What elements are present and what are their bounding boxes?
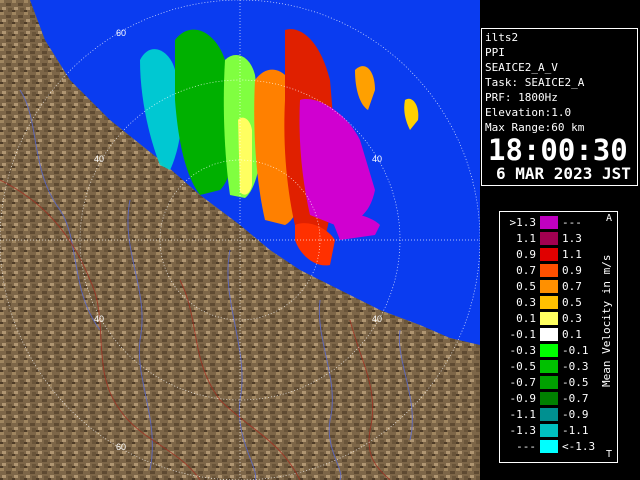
legend-color-swatch (540, 424, 558, 437)
legend-upper-value: -0.5 (562, 376, 589, 389)
legend-color-swatch (540, 376, 558, 389)
legend-upper-value: 0.1 (562, 328, 582, 341)
ring-label-e40: 40 (372, 154, 382, 164)
radar-ppi-map: 60 40 40 40 40 60 (0, 0, 480, 480)
legend-lower-value: --- (516, 440, 536, 453)
legend-lower-value: -0.1 (509, 328, 537, 341)
legend-row: 0.1 0.3 (500, 311, 600, 326)
ring-label-s60: 60 (116, 442, 126, 452)
legend-lower-value: 1.1 (516, 232, 536, 245)
scan-date: 6 MAR 2023 JST (496, 164, 631, 183)
prf-value: PRF: 1800Hz (485, 91, 558, 104)
legend-color-swatch (540, 360, 558, 373)
legend-upper-value: <-1.3 (562, 440, 596, 453)
legend-row: >1.3 --- (500, 215, 600, 230)
legend-lower-value: -1.3 (509, 424, 537, 437)
legend-color-swatch (540, 392, 558, 405)
legend-color-swatch (540, 328, 558, 341)
legend-row: -0.3 -0.1 (500, 343, 600, 358)
task-name: Task: SEAICE2_A (485, 76, 585, 89)
legend-upper-value: -0.3 (562, 360, 589, 373)
legend-lower-value: >1.3 (509, 216, 537, 229)
legend-row: 1.1 1.3 (500, 231, 600, 246)
legend-row: -0.1 0.1 (500, 327, 600, 342)
product-type: PPI (485, 46, 505, 59)
legend-row: 0.9 1.1 (500, 247, 600, 262)
legend-lower-value: 0.9 (516, 248, 536, 261)
legend-row: --- <-1.3 (500, 439, 600, 454)
legend-upper-value: 0.3 (562, 312, 582, 325)
legend-color-swatch (540, 264, 558, 277)
elevation-value: Elevation:1.0 (485, 106, 572, 119)
site-name: ilts2 (485, 31, 519, 44)
legend-bottom-marker: T (606, 449, 613, 460)
legend-row: -1.1 -0.9 (500, 407, 600, 422)
legend-top-marker: A (606, 213, 613, 224)
legend-lower-value: 0.7 (516, 264, 536, 277)
legend-lower-value: -0.5 (509, 360, 537, 373)
legend-color-swatch (540, 440, 558, 453)
legend-row: -0.5 -0.3 (500, 359, 600, 374)
legend-upper-value: 0.5 (562, 296, 582, 309)
legend-lower-value: -0.3 (509, 344, 537, 357)
legend-color-swatch (540, 232, 558, 245)
legend-lower-value: 0.1 (516, 312, 536, 325)
legend-units: Mean Velocity in m/s (600, 254, 613, 388)
legend-lower-value: 0.3 (516, 296, 536, 309)
legend-row: 0.3 0.5 (500, 295, 600, 310)
legend-row: -1.3 -1.1 (500, 423, 600, 438)
legend-upper-value: 1.3 (562, 232, 582, 245)
legend-color-swatch (540, 312, 558, 325)
scan-info-panel: ilts2 PPI SEAICE2_A_V Task: SEAICE2_A PR… (481, 28, 638, 186)
ring-label-w40: 40 (94, 154, 104, 164)
legend-color-swatch (540, 248, 558, 261)
scan-name: SEAICE2_A_V (485, 61, 558, 74)
legend-row: 0.7 0.9 (500, 263, 600, 278)
legend-color-swatch (540, 216, 558, 229)
legend-upper-value: -0.9 (562, 408, 589, 421)
legend-lower-value: -0.7 (509, 376, 537, 389)
ring-label-se40: 40 (372, 314, 382, 324)
legend-upper-value: 0.9 (562, 264, 582, 277)
legend-row: -0.9 -0.7 (500, 391, 600, 406)
legend-color-swatch (540, 408, 558, 421)
legend-upper-value: -0.7 (562, 392, 589, 405)
legend-row: 0.5 0.7 (500, 279, 600, 294)
ring-label-n60: 60 (116, 28, 126, 38)
velocity-legend: >1.3 --- 1.1 1.3 0.9 1.1 0.7 0.9 0.5 0.7 0.3 0.5 0.1… (499, 211, 618, 463)
legend-upper-value: -1.1 (562, 424, 589, 437)
legend-row: -0.7 -0.5 (500, 375, 600, 390)
legend-lower-value: -1.1 (509, 408, 537, 421)
legend-color-swatch (540, 344, 558, 357)
legend-upper-value: 1.1 (562, 248, 582, 261)
legend-color-swatch (540, 280, 558, 293)
legend-color-swatch (540, 296, 558, 309)
legend-upper-value: -0.1 (562, 344, 589, 357)
ring-label-sw40: 40 (94, 314, 104, 324)
scan-time: 18:00:30 (488, 133, 628, 167)
legend-lower-value: -0.9 (509, 392, 537, 405)
legend-upper-value: --- (562, 216, 582, 229)
legend-lower-value: 0.5 (516, 280, 536, 293)
legend-upper-value: 0.7 (562, 280, 582, 293)
